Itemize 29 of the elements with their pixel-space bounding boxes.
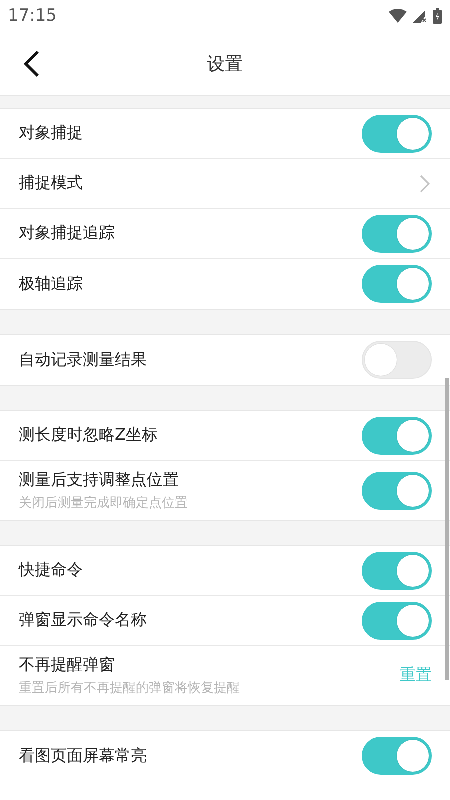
setting-label: 看图页面屏幕常亮 (19, 746, 148, 766)
toggle-switch[interactable] (362, 214, 432, 252)
setting-label: 测量后支持调整点位置 (19, 470, 180, 490)
battery-icon (433, 8, 442, 24)
setting-label: 测长度时忽略Z坐标 (19, 425, 159, 446)
setting-label: 对象捕捉 (19, 123, 84, 144)
toggle-switch[interactable] (362, 737, 432, 775)
toggle-switch[interactable] (362, 114, 432, 152)
reset-link[interactable]: 重置 (400, 665, 432, 686)
chevron-right-icon (420, 174, 430, 192)
toggle-switch[interactable] (362, 552, 432, 590)
toggle-switch[interactable] (362, 472, 432, 510)
setting-label: 对象捕捉追踪 (19, 223, 116, 244)
setting-description: 重置后所有不再提醒的弹窗将恢复提醒 (19, 680, 241, 696)
setting-label: 自动记录测量结果 (19, 350, 148, 370)
toggle-switch[interactable] (362, 265, 432, 303)
page-title: 设置 (207, 52, 243, 76)
setting-label: 不再提醒弹窗 (19, 654, 116, 676)
back-icon[interactable] (22, 50, 42, 78)
setting-label: 弹窗显示命令名称 (19, 610, 148, 631)
toggle-switch[interactable] (362, 416, 432, 454)
setting-label: 捕捉模式 (19, 173, 84, 194)
wifi-icon (389, 9, 407, 23)
status-time: 17:15 (8, 6, 57, 26)
toggle-switch[interactable] (362, 602, 432, 640)
setting-description: 关闭后测量完成即确定点位置 (19, 494, 189, 512)
signal-icon (413, 9, 427, 23)
setting-label: 快捷命令 (19, 560, 84, 581)
setting-label: 极轴追踪 (19, 274, 84, 294)
